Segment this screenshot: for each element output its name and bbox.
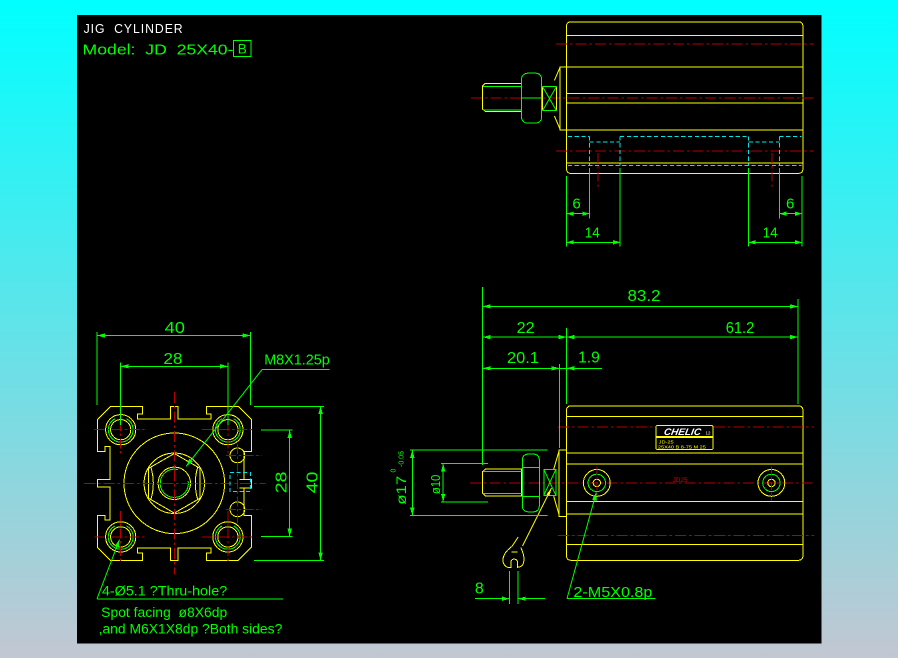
- svg-text:40: 40: [304, 471, 321, 493]
- svg-text:CHELIC: CHELIC: [663, 427, 703, 438]
- svg-text:,and M6X1X8dp ?Both sides?: ,and M6X1X8dp ?Both sides?: [99, 622, 283, 637]
- svg-text:M8X1.25p: M8X1.25p: [264, 352, 330, 368]
- svg-text:ø17: ø17: [394, 476, 409, 505]
- svg-text:40: 40: [165, 320, 186, 337]
- svg-text:61.2: 61.2: [726, 320, 755, 337]
- svg-text:22: 22: [517, 320, 535, 337]
- svg-text:12: 12: [706, 431, 712, 436]
- svg-text:Model: JD 25X40-: Model: JD 25X40-: [83, 43, 234, 59]
- svg-text:28: 28: [163, 351, 182, 368]
- svg-text:2-M5X0.8p: 2-M5X0.8p: [573, 585, 652, 601]
- svg-text:14: 14: [585, 224, 600, 241]
- svg-text:20.1: 20.1: [507, 350, 539, 367]
- svg-text:83.2: 83.2: [628, 288, 661, 305]
- svg-text:14: 14: [763, 224, 778, 241]
- svg-text:25X40 B 8-75 M 25: 25X40 B 8-75 M 25: [658, 445, 707, 450]
- svg-text:6: 6: [572, 196, 580, 213]
- svg-text:4-Ø5.1 ?Thru-hole?: 4-Ø5.1 ?Thru-hole?: [102, 583, 227, 598]
- svg-text:8: 8: [475, 580, 484, 597]
- svg-text:Spot facing ø8X6dp: Spot facing ø8X6dp: [101, 605, 227, 620]
- svg-text:JIG CYLINDER: JIG CYLINDER: [84, 21, 184, 36]
- svg-text:6: 6: [786, 196, 794, 213]
- svg-text:28: 28: [273, 471, 290, 493]
- svg-text:1.9: 1.9: [578, 350, 600, 367]
- svg-text:B: B: [238, 41, 247, 56]
- svg-text:ø10: ø10: [428, 475, 443, 495]
- svg-text:JD25: JD25: [673, 477, 688, 484]
- svg-text:0: 0: [391, 468, 398, 472]
- svg-text:-0.05: -0.05: [399, 451, 406, 467]
